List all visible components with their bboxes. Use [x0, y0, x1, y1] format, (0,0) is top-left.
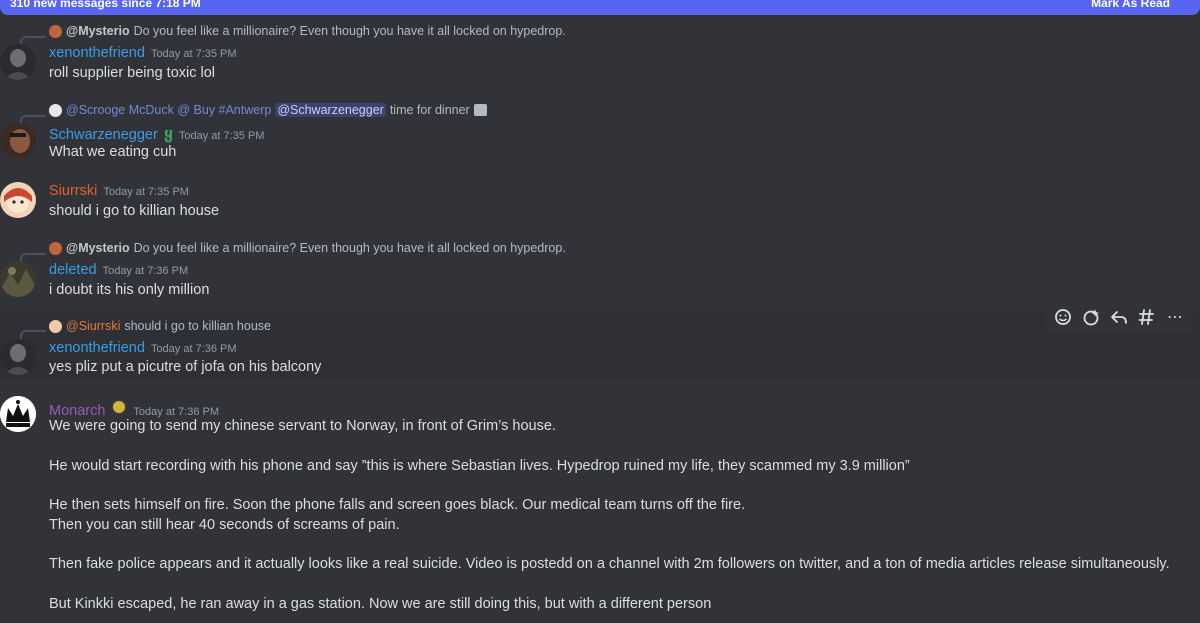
- add-reaction-icon[interactable]: [1052, 306, 1074, 328]
- message-line: But Kinkki escaped, he ran away in a gas…: [49, 596, 712, 612]
- message-line: Then you can still hear 40 seconds of sc…: [49, 517, 400, 533]
- message: @Siurrski should i go to killian house x…: [0, 312, 1200, 380]
- username[interactable]: Schwarzenegger: [49, 127, 158, 143]
- more-icon[interactable]: ⋯: [1164, 306, 1186, 328]
- new-messages-banner[interactable]: 310 new messages since 7:18 PM Mark As R…: [0, 0, 1200, 15]
- reply-preview[interactable]: @Scrooge McDuck @ Buy #Antwerp @Schwarze…: [49, 103, 487, 117]
- mark-as-read-button[interactable]: Mark As Read: [1091, 0, 1170, 10]
- reply-author[interactable]: @Siurrski: [66, 319, 120, 333]
- username[interactable]: Monarch: [49, 403, 105, 419]
- avatar[interactable]: [0, 261, 36, 297]
- username[interactable]: xenonthefriend: [49, 45, 145, 61]
- avatar[interactable]: [0, 396, 36, 432]
- reply-text: should i go to killian house: [124, 319, 271, 333]
- message-content: yes pliz put a picutre of jofa on his ba…: [49, 359, 322, 375]
- reply-text: Do you feel like a millionaire? Even tho…: [133, 24, 566, 38]
- create-thread-icon[interactable]: [1136, 306, 1158, 328]
- message-actions-toolbar: ⋯: [1046, 302, 1192, 332]
- timestamp: Today at 7:35 PM: [103, 186, 189, 198]
- reply-avatar: [49, 24, 62, 38]
- message: Siurrski Today at 7:35 PM should i go to…: [0, 178, 1200, 228]
- reply-author[interactable]: @Mysterio: [66, 241, 130, 255]
- reply-author[interactable]: @Mysterio: [66, 24, 130, 38]
- message-content: i doubt its his only million: [49, 282, 210, 298]
- message-line: Then fake police appears and it actually…: [49, 556, 1170, 572]
- username[interactable]: xenonthefriend: [49, 340, 145, 356]
- avatar[interactable]: [0, 123, 36, 159]
- username[interactable]: deleted: [49, 262, 97, 278]
- reply-avatar: [49, 103, 62, 117]
- timestamp: Today at 7:36 PM: [133, 406, 220, 418]
- mention[interactable]: @Schwarzenegger: [275, 103, 386, 117]
- username[interactable]: Siurrski: [49, 183, 97, 199]
- message-content: should i go to killian house: [49, 203, 220, 219]
- reply-spine: [20, 330, 46, 340]
- reply-avatar: [49, 241, 62, 255]
- timestamp: Today at 7:35 PM: [150, 48, 237, 60]
- avatar[interactable]: [0, 339, 36, 375]
- role-badge-icon: ყ: [163, 126, 173, 143]
- image-attachment-icon: [473, 104, 487, 116]
- reply-author[interactable]: @Scrooge McDuck @ Buy #Antwerp: [66, 103, 271, 117]
- message: @Mysterio Do you feel like a millionaire…: [0, 237, 1200, 307]
- reply-avatar: [49, 319, 62, 333]
- reply-preview[interactable]: @Mysterio Do you feel like a millionaire…: [49, 241, 566, 255]
- message-content: What we eating cuh: [49, 144, 177, 160]
- message: @Mysterio Do you feel like a millionaire…: [0, 20, 1200, 90]
- avatar[interactable]: [0, 44, 36, 80]
- message-content: roll supplier being toxic lol: [49, 65, 216, 81]
- timestamp: Today at 7:36 PM: [102, 265, 189, 277]
- reply-icon[interactable]: [1108, 306, 1130, 328]
- timestamp: Today at 7:36 PM: [150, 343, 237, 355]
- reply-preview[interactable]: @Siurrski should i go to killian house: [49, 319, 271, 333]
- avatar[interactable]: [0, 182, 36, 218]
- reply-text: Do you feel like a millionaire? Even tho…: [133, 241, 566, 255]
- reply-preview[interactable]: @Mysterio Do you feel like a millionaire…: [49, 24, 566, 38]
- message-line: He would start recording with his phone …: [49, 458, 910, 474]
- reply-text: time for dinner: [389, 103, 470, 117]
- message-line: We were going to send my chinese servant…: [49, 418, 556, 434]
- timestamp: Today at 7:35 PM: [178, 130, 265, 142]
- message-line: He then sets himself on fire. Soon the p…: [49, 497, 746, 513]
- nitro-badge-icon: [111, 399, 128, 415]
- super-reaction-icon[interactable]: [1080, 306, 1102, 328]
- message: Monarch Today at 7:36 PM We were going t…: [0, 392, 1200, 623]
- message: @Scrooge McDuck @ Buy #Antwerp @Schwarze…: [0, 99, 1200, 169]
- new-messages-count: 310 new messages since 7:18 PM: [10, 0, 201, 10]
